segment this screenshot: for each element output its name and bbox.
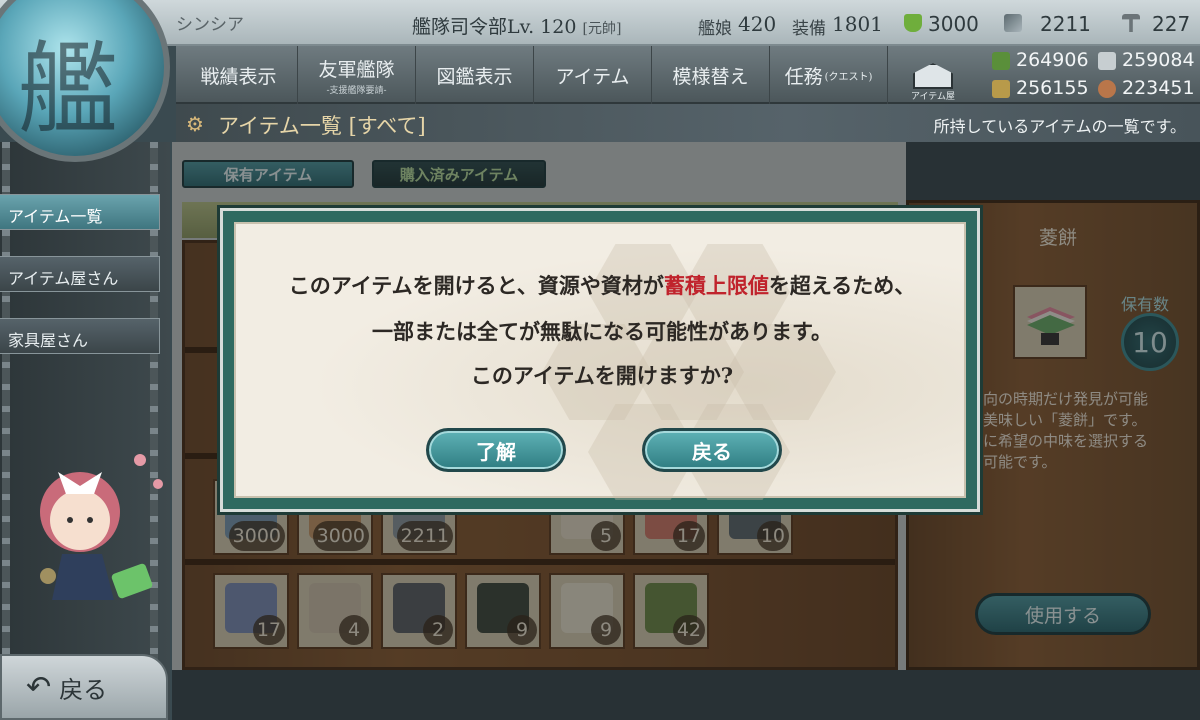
sidebar-item-item-list[interactable]: アイテム一覧 xyxy=(0,194,160,230)
sidebar-item-item-shop[interactable]: アイテム屋さん xyxy=(0,256,160,292)
cancel-button[interactable]: 戻る xyxy=(642,428,782,472)
player-name: シンシア xyxy=(176,15,244,35)
sidebar-item-furniture-shop[interactable]: 家具屋さん xyxy=(0,318,160,354)
dialog-message-text: を超えるため、 xyxy=(768,273,916,298)
top-status-bar: シンシア 艦隊司令部Lv. 120 [元帥] 艦娘 420 装備 1801 30… xyxy=(0,0,1200,46)
nav-encyclopedia-label: 図鑑表示 xyxy=(436,65,513,88)
nav-quests-sublabel: (クエスト) xyxy=(824,71,873,83)
screw-count: 227 xyxy=(1152,12,1191,36)
confirm-button-label: 了解 xyxy=(476,439,516,464)
dialog-message-line3: このアイテムを開けますか? xyxy=(470,363,734,388)
shop-shortcut-label: アイテム屋 xyxy=(910,92,956,102)
dev-material-count: 2211 xyxy=(1040,12,1091,36)
ammo-count: 256155 xyxy=(1016,77,1089,99)
confirm-button[interactable]: 了解 xyxy=(426,428,566,472)
nav-items-label: アイテム xyxy=(555,65,630,88)
nav-decorate-label: 模様替え xyxy=(672,65,749,88)
hq-level: 艦隊司令部Lv. 120 [元帥] xyxy=(412,12,621,39)
main-nav-bar: 戦績表示 友軍艦隊 -支援艦隊要請- 図鑑表示 アイテム 模様替え 任務 (クエ… xyxy=(176,46,1200,104)
emblem-glyph: 艦 xyxy=(18,31,118,148)
shop-icon xyxy=(913,63,953,89)
dialog-message-text: このアイテムを開けると、資源や資材が xyxy=(288,273,664,298)
ships-count: 420 xyxy=(738,12,777,36)
nav-record-button[interactable]: 戦績表示 xyxy=(180,46,298,104)
bucket-count: 3000 xyxy=(928,12,979,36)
steel-count: 259084 xyxy=(1122,49,1195,71)
nav-decorate-button[interactable]: 模様替え xyxy=(652,46,770,104)
cancel-button-label: 戻る xyxy=(692,439,732,464)
screw-icon xyxy=(1122,14,1140,32)
rank-title: [元帥] xyxy=(582,21,622,37)
ammo-icon xyxy=(992,80,1010,98)
page-title: アイテム一覧 [すべて] xyxy=(218,114,426,138)
dialog-message-line1: このアイテムを開けると、資源や資材が蓄積上限値を超えるため、 xyxy=(236,270,968,300)
equipment-count: 1801 xyxy=(832,12,883,36)
bauxite-count: 223451 xyxy=(1122,77,1195,99)
back-button-label: 戻る xyxy=(59,675,108,704)
nav-quests-button[interactable]: 任務 (クエスト) xyxy=(770,46,888,104)
back-arrow-icon: ↶ xyxy=(26,669,52,705)
nav-quests-label: 任務 xyxy=(784,65,823,88)
bucket-icon xyxy=(904,14,922,32)
nav-friend-fleet-sublabel: -支援艦隊要請- xyxy=(326,85,387,96)
nav-record-label: 戦績表示 xyxy=(200,65,277,88)
mascot-character xyxy=(40,454,163,600)
overflow-warning-dialog: このアイテムを開けると、資源や資材が蓄積上限値を超えるため、 一部または全てが無… xyxy=(220,208,980,512)
bauxite-icon xyxy=(1098,80,1116,98)
nav-friend-fleet-button[interactable]: 友軍艦隊 -支援艦隊要請- xyxy=(298,46,416,104)
fuel-icon xyxy=(992,52,1010,70)
sidebar-item-label: アイテム一覧 xyxy=(8,207,103,226)
dialog-content: このアイテムを開けると、資源や資材が蓄積上限値を超えるため、 一部または全てが無… xyxy=(234,222,968,500)
dev-material-icon xyxy=(1004,14,1022,32)
hq-level-text: 艦隊司令部Lv. 120 xyxy=(412,16,577,38)
dialog-message-highlight: 蓄積上限値 xyxy=(663,273,769,298)
steel-icon xyxy=(1098,52,1116,70)
nav-friend-fleet-label: 友軍艦隊 xyxy=(318,58,395,81)
left-sidebar: アイテム一覧 アイテム屋さん 家具屋さん ↶ 戻る xyxy=(0,142,170,720)
back-button[interactable]: ↶ 戻る xyxy=(0,654,168,720)
ships-label: 艦娘 xyxy=(698,19,732,39)
nav-items-button[interactable]: アイテム xyxy=(534,46,652,104)
gear-icon: ⚙ xyxy=(186,112,204,136)
sidebar-item-label: 家具屋さん xyxy=(8,331,89,350)
nav-encyclopedia-button[interactable]: 図鑑表示 xyxy=(416,46,534,104)
page-description: 所持しているアイテムの一覧です。 xyxy=(933,117,1186,136)
shop-shortcut-button[interactable]: アイテム屋 xyxy=(904,48,962,102)
game-emblem: 艦 xyxy=(0,0,170,162)
equipment-label: 装備 xyxy=(792,19,826,39)
fuel-count: 264906 xyxy=(1016,49,1089,71)
sidebar-item-label: アイテム屋さん xyxy=(8,269,119,288)
page-title-bar: ⚙ アイテム一覧 [すべて] 所持しているアイテムの一覧です。 xyxy=(176,104,1200,142)
resources-panel: 264906 259084 256155 223451 xyxy=(990,46,1200,104)
dialog-message-line2: 一部または全てが無駄になる可能性があります。 xyxy=(372,319,832,344)
